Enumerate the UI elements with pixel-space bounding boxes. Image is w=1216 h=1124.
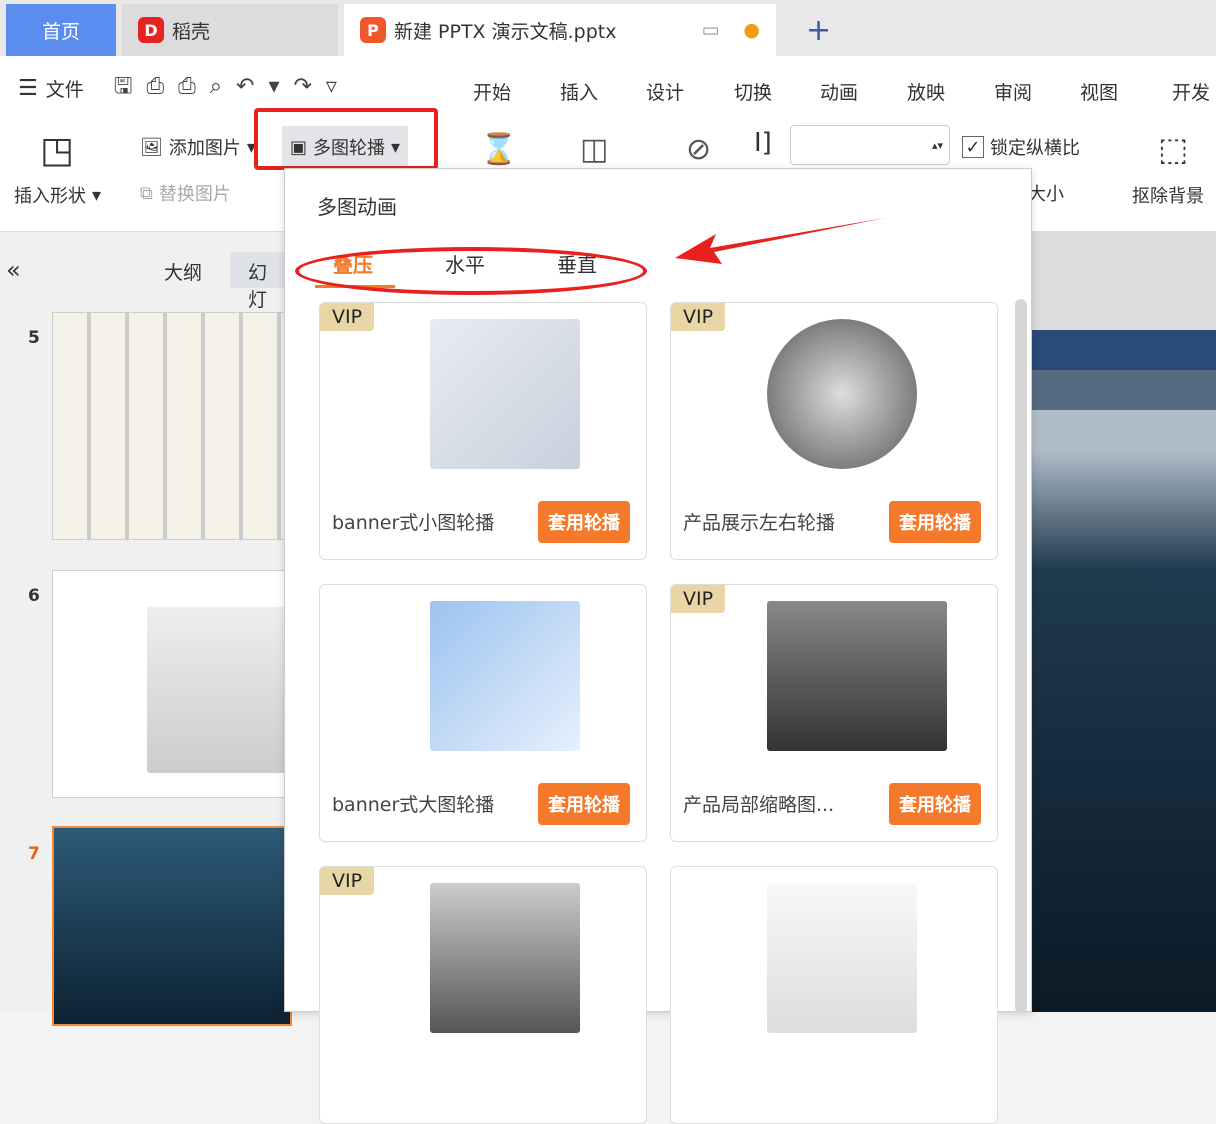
slide-canvas[interactable] (1030, 232, 1216, 1012)
tab-home-label: 首页 (42, 17, 80, 44)
ppt-logo-icon: P (360, 17, 386, 43)
carousel-template-card[interactable] (670, 866, 998, 1124)
menu-1[interactable]: 插入 (560, 78, 598, 105)
tab-slides[interactable]: 幻灯 (230, 252, 290, 288)
lock-ratio-label: 锁定纵横比 (990, 134, 1080, 160)
tab-document[interactable]: P 新建 PPTX 演示文稿.pptx ▭ ● (344, 4, 776, 56)
replace-icon: ⧉ (140, 183, 153, 204)
slide-pane: « 大纲 幻灯 5 6 7 (0, 232, 284, 1012)
apply-carousel-button[interactable]: 套用轮播 (538, 501, 630, 543)
template-preview-image (767, 601, 947, 751)
menu-file[interactable]: 文件 (46, 75, 84, 102)
template-preview-image (430, 319, 580, 469)
picture-icon: 🖼 (140, 137, 163, 158)
monitor-icon[interactable]: ▭ (701, 19, 719, 41)
new-tab-button[interactable]: + (790, 4, 847, 56)
menu-4[interactable]: 动画 (820, 78, 858, 105)
unsaved-dot-icon: ● (743, 19, 760, 41)
size-input[interactable]: ▴▾ (790, 125, 950, 165)
vip-badge: VIP (671, 303, 725, 331)
height-icon[interactable]: ⊘ (686, 132, 711, 167)
annotation-ellipse (295, 247, 647, 295)
template-preview-image (767, 883, 917, 1033)
slide-number: 7 (28, 844, 40, 864)
shape-icon: ◳ (40, 130, 74, 171)
menu-2[interactable]: 设计 (646, 78, 684, 105)
slide-thumbnail-7[interactable] (52, 826, 292, 1026)
carousel-template-card[interactable]: VIP 产品展示左右轮播 套用轮播 (670, 302, 998, 560)
replace-picture-label: 替换图片 (159, 180, 231, 206)
annotation-arrow-icon (670, 210, 890, 270)
tab-bar: 首页 D 稻壳 P 新建 PPTX 演示文稿.pptx ▭ ● + (0, 0, 1216, 56)
menu-6[interactable]: 审阅 (994, 78, 1032, 105)
tab-daoke-label: 稻壳 (172, 17, 210, 44)
menu-bar: ☰ 文件 🖫⎙⎙⌕↶▾↷▿ (0, 56, 1216, 120)
replace-picture-button[interactable]: ⧉ 替换图片 (140, 180, 231, 206)
slide-thumbnail-5[interactable] (52, 312, 292, 540)
menu-7[interactable]: 视图 (1080, 78, 1118, 105)
hamburger-icon[interactable]: ☰ (18, 76, 38, 101)
carousel-template-card[interactable]: VIP banner式小图轮播 套用轮播 (319, 302, 647, 560)
tab-document-label: 新建 PPTX 演示文稿.pptx (394, 17, 616, 44)
insert-shape-button[interactable]: 插入形状▾ (14, 182, 101, 208)
slide-thumbnail-6[interactable] (52, 570, 292, 798)
template-caption: banner式小图轮播 (332, 508, 494, 535)
annotation-highlight-box (254, 108, 438, 170)
vip-badge: VIP (320, 867, 374, 895)
daoke-logo-icon: D (138, 17, 164, 43)
slide-number: 5 (28, 328, 40, 348)
width-icon[interactable]: I] (754, 128, 772, 158)
apply-carousel-button[interactable]: 套用轮播 (889, 501, 981, 543)
checkmark-icon: ✓ (962, 136, 984, 158)
template-caption: 产品局部缩略图... (683, 790, 834, 817)
panel-title: 多图动画 (317, 191, 397, 220)
menu-3[interactable]: 切换 (734, 78, 772, 105)
quick-access-icons[interactable]: 🖫⎙⎙⌕↶▾↷▿ (114, 69, 351, 107)
collapse-icon[interactable]: « (6, 256, 21, 284)
add-picture-button[interactable]: 🖼添加图片▾ (140, 134, 256, 160)
multi-carousel-dropdown: 多图动画 叠压水平垂直 VIPbanner式小图轮播套用轮播VIP产品展示左右轮… (284, 168, 1032, 1012)
template-caption: 产品展示左右轮播 (683, 508, 835, 535)
remove-bg-icon: ⬚ (1158, 130, 1188, 168)
carousel-template-card[interactable]: banner式大图轮播 套用轮播 (319, 584, 647, 842)
crop-icon[interactable]: ⌛ (480, 132, 517, 167)
apply-carousel-button[interactable]: 套用轮播 (538, 783, 630, 825)
carousel-template-card[interactable]: VIP (319, 866, 647, 1124)
template-preview-image (767, 319, 917, 469)
vip-badge: VIP (320, 303, 374, 331)
scrollbar[interactable] (1015, 299, 1027, 1013)
insert-shape-label: 插入形状 (14, 182, 86, 208)
tab-outline[interactable]: 大纲 (164, 258, 202, 285)
add-picture-label: 添加图片 (169, 134, 241, 160)
template-preview-image (430, 883, 580, 1033)
template-caption: banner式大图轮播 (332, 790, 494, 817)
menu-5[interactable]: 放映 (907, 78, 945, 105)
menu-0[interactable]: 开始 (473, 78, 511, 105)
menu-8[interactable]: 开发 (1172, 78, 1210, 105)
vip-badge: VIP (671, 585, 725, 613)
slide-number: 6 (28, 586, 40, 606)
apply-carousel-button[interactable]: 套用轮播 (889, 783, 981, 825)
lock-ratio-checkbox[interactable]: ✓ 锁定纵横比 (962, 134, 1080, 160)
flip-icon[interactable]: ◫ (580, 132, 608, 167)
remove-bg-button[interactable]: 抠除背景 (1132, 182, 1204, 208)
tab-daoke[interactable]: D 稻壳 (122, 4, 338, 56)
tab-home[interactable]: 首页 (6, 4, 116, 56)
template-preview-image (430, 601, 580, 751)
carousel-template-card[interactable]: VIP 产品局部缩略图... 套用轮播 (670, 584, 998, 842)
